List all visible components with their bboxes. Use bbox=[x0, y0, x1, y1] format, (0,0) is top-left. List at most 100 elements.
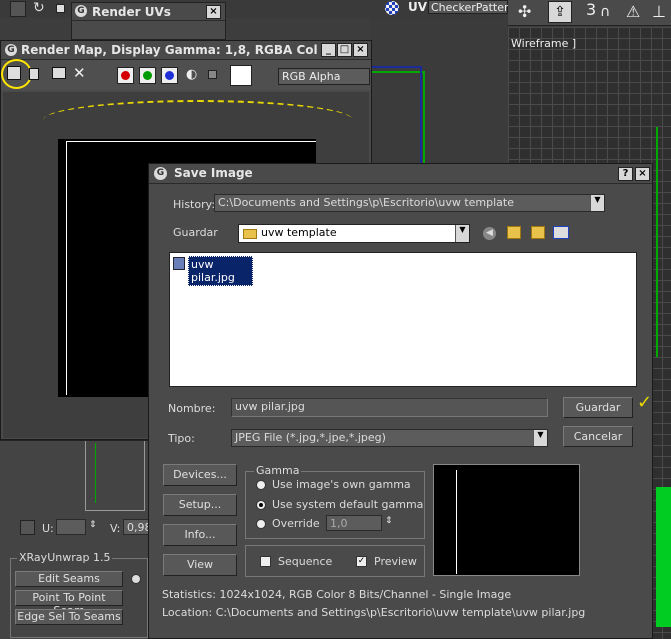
viewport-label: Wireframe ] bbox=[511, 37, 577, 50]
history-dropdown[interactable]: C:\Documents and Settings\p\Escritorio\u… bbox=[214, 194, 605, 212]
history-value: C:\Documents and Settings\p\Escritorio\u… bbox=[218, 196, 515, 209]
print-icon[interactable] bbox=[52, 67, 66, 79]
blue-channel-button[interactable] bbox=[161, 67, 178, 84]
command-icons: ✣ ⇪ 3 ∩ ⚠ ⊥ bbox=[508, 0, 671, 26]
gamma-system-label: Use system default gamma bbox=[272, 498, 424, 511]
annotation-dashes bbox=[43, 100, 353, 140]
gamma-own-radio[interactable] bbox=[256, 480, 266, 490]
preview-label: Preview bbox=[374, 555, 417, 568]
sequence-preview-group: Sequence ✓ Preview bbox=[245, 545, 425, 577]
setup-button[interactable]: Setup... bbox=[163, 494, 237, 516]
save-in-dropdown[interactable]: uvw template ▼ bbox=[238, 224, 470, 243]
xray-unwrap-group: XRayUnwrap 1.5 Edit Seams Point To Point… bbox=[10, 551, 148, 638]
v-input[interactable]: 0,98 bbox=[123, 519, 150, 535]
filename-label: Nombre: bbox=[168, 402, 216, 415]
viewport-green-mesh bbox=[656, 487, 671, 627]
green-channel-dot bbox=[143, 71, 152, 80]
background-swatch[interactable] bbox=[230, 65, 252, 86]
sequence-label: Sequence bbox=[278, 555, 333, 568]
point-to-point-seam-button[interactable]: Point To Point Seam bbox=[15, 590, 123, 617]
pan-icon[interactable]: ⚠ bbox=[626, 2, 640, 21]
sequence-checkbox[interactable] bbox=[260, 556, 271, 567]
save-highlight-circle bbox=[1, 59, 32, 89]
hierarchy-icon[interactable]: ✣ bbox=[518, 2, 531, 21]
u-label: U: bbox=[42, 522, 54, 535]
new-folder-icon[interactable] bbox=[531, 226, 545, 239]
save-in-value: uvw template bbox=[261, 226, 337, 239]
back-icon[interactable]: ◀ bbox=[483, 227, 496, 240]
utilities-icon[interactable]: ∩ bbox=[600, 4, 610, 20]
red-channel-dot bbox=[121, 71, 130, 80]
rotate-icon[interactable]: ↻ bbox=[33, 0, 45, 16]
u-spinner[interactable]: ⇕ bbox=[89, 520, 97, 530]
file-list[interactable]: uvw pilar.jpg bbox=[169, 252, 637, 387]
list-item[interactable]: uvw pilar.jpg bbox=[173, 256, 253, 286]
preview-checkbox[interactable]: ✓ bbox=[356, 556, 367, 567]
render-map-title: Render Map, Display Gamma: 1,8, RGBA Col… bbox=[21, 43, 317, 57]
info-button[interactable]: Info... bbox=[163, 524, 237, 546]
up-folder-icon[interactable] bbox=[507, 226, 521, 239]
render-uvs-titlebar: G Render UVs × bbox=[72, 3, 225, 21]
checker-icon[interactable] bbox=[385, 1, 399, 15]
image-file-icon bbox=[173, 257, 185, 270]
motion-icon[interactable]: ⇪ bbox=[548, 1, 572, 23]
edit-seams-radio[interactable] bbox=[131, 574, 141, 584]
zoom-icon[interactable]: ⊥ bbox=[652, 2, 666, 21]
filetype-value: JPEG File (*.jpg,*.jpe,*.jpeg) bbox=[235, 431, 386, 444]
statistics-text: Statistics: 1024x1024, RGB Color 8 Bits/… bbox=[162, 588, 512, 601]
u-input[interactable] bbox=[56, 519, 86, 535]
file-name: uvw pilar.jpg bbox=[188, 256, 253, 286]
background-object-outline bbox=[423, 71, 425, 171]
chevron-down-icon: ▼ bbox=[533, 430, 547, 446]
alpha-channel-icon[interactable]: ◐ bbox=[186, 67, 197, 82]
close-button[interactable]: × bbox=[635, 167, 650, 181]
gamma-override-label: Override bbox=[272, 517, 320, 530]
filename-input[interactable]: uvw pilar.jpg bbox=[231, 398, 548, 417]
checker-pattern-dropdown[interactable]: CheckerPattern bbox=[428, 0, 515, 14]
filetype-dropdown[interactable]: JPEG File (*.jpg,*.jpe,*.jpeg) ▼ bbox=[231, 429, 548, 447]
background-viewport bbox=[370, 18, 508, 171]
background-object-outline-top bbox=[370, 71, 425, 73]
viewport-preview bbox=[85, 441, 145, 511]
mono-icon[interactable] bbox=[208, 70, 217, 79]
clear-icon[interactable]: ✕ bbox=[73, 64, 86, 82]
save-image-dialog: G Save Image ? × History: C:\Documents a… bbox=[148, 163, 653, 639]
minimize-button[interactable]: _ bbox=[321, 43, 336, 57]
gamma-group: Gamma Use image's own gamma Use system d… bbox=[245, 464, 425, 539]
maximize-button[interactable]: □ bbox=[337, 43, 352, 57]
save-button[interactable]: Guardar bbox=[563, 397, 633, 418]
gamma-override-input[interactable]: 1,0 bbox=[326, 515, 382, 531]
close-button[interactable]: × bbox=[353, 43, 368, 57]
image-preview-line bbox=[456, 470, 457, 574]
render-map-titlebar: G Render Map, Display Gamma: 1,8, RGBA C… bbox=[1, 41, 371, 60]
help-button[interactable]: ? bbox=[618, 167, 633, 181]
devices-button[interactable]: Devices... bbox=[163, 464, 237, 486]
channel-display-dropdown[interactable]: RGB Alpha bbox=[278, 68, 370, 85]
rendered-uv-outline-left bbox=[66, 141, 67, 395]
view-button[interactable]: View bbox=[163, 554, 237, 576]
gamma-override-radio[interactable] bbox=[256, 519, 266, 529]
view-menu-icon[interactable] bbox=[553, 226, 569, 239]
gamma-own-label: Use image's own gamma bbox=[272, 478, 411, 491]
edit-seams-button[interactable]: Edit Seams bbox=[15, 571, 123, 587]
gamma-system-radio[interactable] bbox=[256, 500, 266, 510]
lock-icon[interactable] bbox=[20, 520, 35, 535]
green-channel-button[interactable] bbox=[139, 67, 156, 84]
viewport-preview-green bbox=[95, 443, 96, 503]
red-channel-button[interactable] bbox=[117, 67, 134, 84]
save-image-title: Save Image bbox=[174, 166, 253, 180]
edge-sel-to-seams-button[interactable]: Edge Sel To Seams bbox=[15, 609, 123, 625]
scale-icon[interactable] bbox=[56, 4, 65, 13]
cancel-button[interactable]: Cancelar bbox=[563, 426, 633, 447]
render-uvs-window: G Render UVs × bbox=[71, 2, 226, 40]
render-uvs-close-button[interactable]: × bbox=[206, 5, 221, 19]
move-icon[interactable] bbox=[10, 1, 26, 17]
chevron-down-icon: ▼ bbox=[455, 225, 469, 242]
rendered-uv-outline bbox=[66, 141, 316, 142]
clone-icon[interactable] bbox=[29, 68, 39, 80]
modifier-panel: U: ⇕ V: 0,98 XRayUnwrap 1.5 Edit Seams P… bbox=[0, 440, 150, 639]
gamma-override-spinner[interactable]: ⇕ bbox=[385, 516, 393, 526]
location-text: Location: C:\Documents and Settings\p\Es… bbox=[162, 606, 586, 619]
checker-pattern-label: CheckerPattern bbox=[431, 1, 516, 14]
render-map-toolbar: ✕ ◐ RGB Alpha bbox=[1, 59, 371, 90]
